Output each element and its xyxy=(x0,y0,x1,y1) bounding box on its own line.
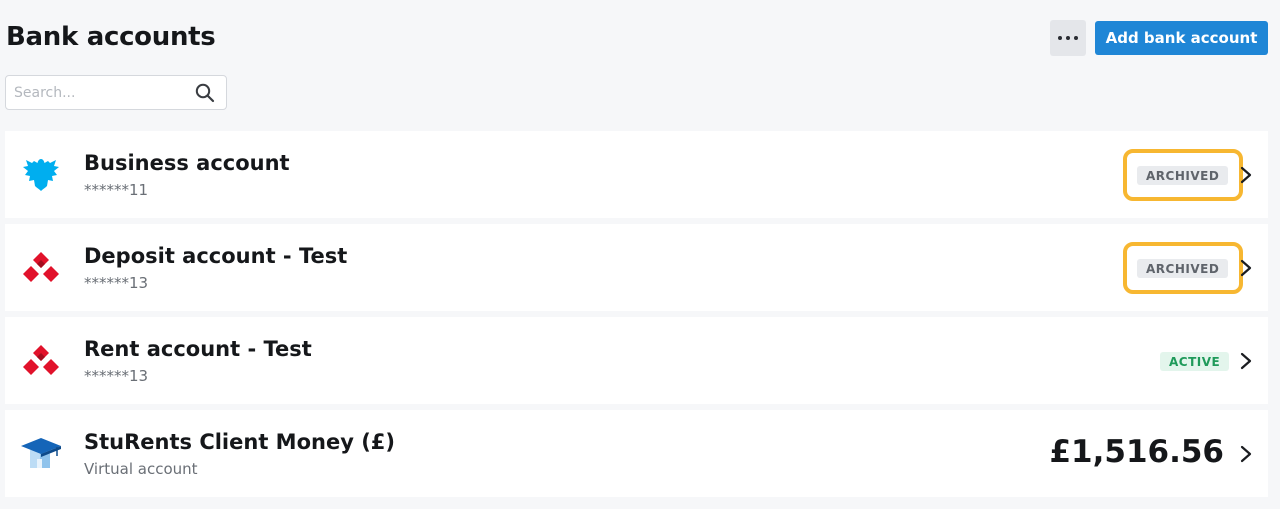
bank-account-row[interactable]: Business account ******11 ARCHIVED xyxy=(5,131,1268,218)
account-name: StuRents Client Money (£) xyxy=(84,430,396,454)
account-type: Virtual account xyxy=(84,460,198,478)
search-input[interactable] xyxy=(14,83,186,103)
more-dots-icon xyxy=(1074,36,1078,40)
add-bank-account-button[interactable]: Add bank account xyxy=(1095,21,1268,55)
account-name: Deposit account - Test xyxy=(84,244,348,268)
page-title: Bank accounts xyxy=(6,22,216,52)
status-badge: ARCHIVED xyxy=(1137,259,1229,278)
graduation-cap-house-icon xyxy=(21,438,61,468)
chevron-right-icon xyxy=(1240,445,1252,463)
bank-account-row[interactable]: Rent account - Test ******13 ACTIVE xyxy=(5,317,1268,404)
account-number-masked: ******13 xyxy=(84,367,149,385)
search-box xyxy=(5,75,227,110)
more-dots-icon xyxy=(1058,36,1062,40)
account-number-masked: ******11 xyxy=(84,181,149,199)
barclays-eagle-icon xyxy=(23,159,59,191)
bank-account-row[interactable]: StuRents Client Money (£) Virtual accoun… xyxy=(5,410,1268,497)
account-balance: £1,516.56 xyxy=(1049,434,1224,470)
chevron-right-icon xyxy=(1240,166,1252,184)
chevron-right-icon xyxy=(1240,259,1252,277)
chevron-right-icon xyxy=(1240,352,1252,370)
more-dots-icon xyxy=(1066,36,1070,40)
bank-account-row[interactable]: Deposit account - Test ******13 ARCHIVED xyxy=(5,224,1268,311)
more-options-button[interactable] xyxy=(1050,20,1086,56)
status-badge: ARCHIVED xyxy=(1137,166,1229,185)
natwest-logo-icon xyxy=(23,252,59,282)
search-icon[interactable] xyxy=(194,82,216,104)
status-badge: ACTIVE xyxy=(1160,352,1230,371)
account-number-masked: ******13 xyxy=(84,274,149,292)
natwest-logo-icon xyxy=(23,345,59,375)
account-name: Business account xyxy=(84,151,290,175)
account-name: Rent account - Test xyxy=(84,337,312,361)
